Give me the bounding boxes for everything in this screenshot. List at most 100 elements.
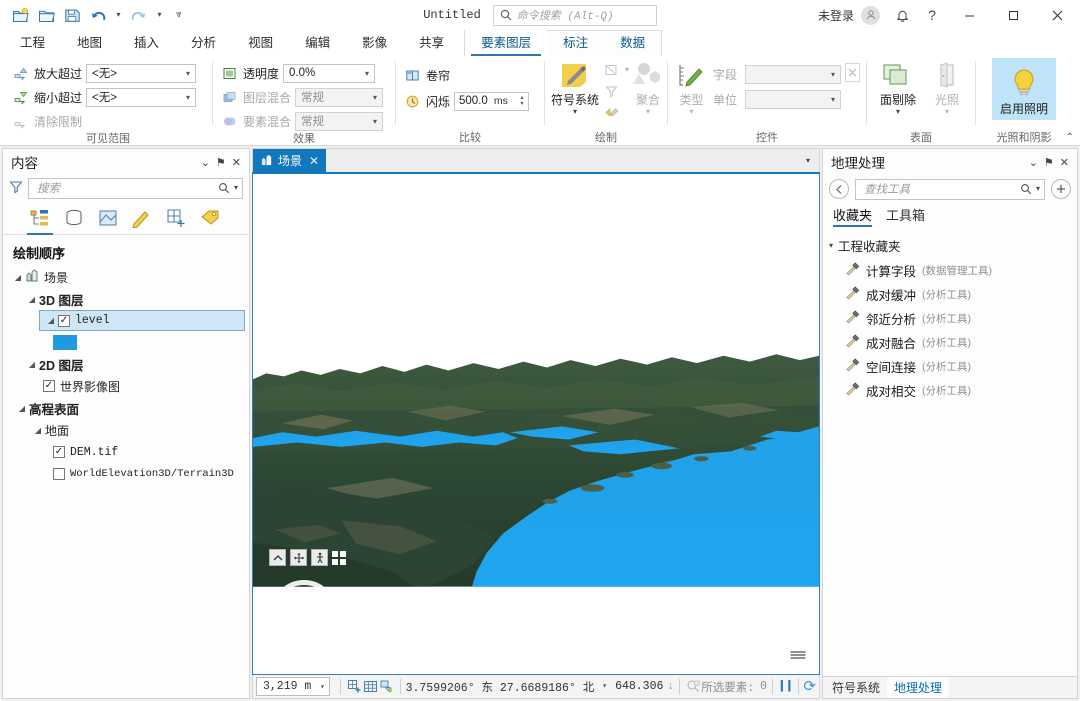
layer-visibility-checkbox-dem[interactable] bbox=[53, 446, 65, 458]
filter-funnel-icon[interactable] bbox=[9, 180, 23, 197]
ribbon-tab-map[interactable]: 地图 bbox=[61, 30, 118, 56]
tree-item-elevation-surfaces[interactable]: ◢ 高程表面 bbox=[3, 397, 249, 419]
maximize-button[interactable] bbox=[992, 0, 1034, 30]
tree-item-dem-tif[interactable]: DEM.tif bbox=[3, 441, 249, 463]
view-tab-scene[interactable]: 场景 ✕ bbox=[253, 149, 327, 172]
ribbon-tab-feature-layer[interactable]: 要素图层 bbox=[465, 30, 548, 56]
zoom-in-beyond-icon[interactable] bbox=[10, 63, 30, 83]
geoprocessing-search-input[interactable]: 查找工具 ▾ bbox=[855, 178, 1045, 200]
tool-row[interactable]: 计算字段 (数据管理工具) bbox=[823, 258, 1077, 282]
new-project-icon[interactable] bbox=[8, 4, 32, 26]
layer-blend-combo[interactable]: 常规 ▾ bbox=[295, 87, 384, 107]
notifications-icon[interactable] bbox=[888, 1, 916, 29]
coordinate-format-caret[interactable]: ▾ bbox=[602, 682, 607, 691]
tree-item-world-elevation[interactable]: WorldElevation3D/Terrain3D bbox=[3, 463, 249, 485]
scene-view[interactable] bbox=[252, 172, 820, 675]
geoprocessing-collapse-icon[interactable]: ⌄ bbox=[1029, 156, 1038, 169]
swipe-icon[interactable] bbox=[402, 65, 422, 85]
project-favorites-group[interactable]: ▾ 工程收藏夹 bbox=[823, 233, 1077, 258]
ribbon-tab-analysis[interactable]: 分析 bbox=[175, 30, 232, 56]
tree-item-2d-layers[interactable]: ◢ 2D 图层 bbox=[3, 353, 249, 375]
cull-faces-button[interactable]: 面剔除 ▾ bbox=[874, 60, 922, 116]
navigator-compass[interactable] bbox=[271, 580, 337, 646]
ribbon-tab-data[interactable]: 数据 bbox=[604, 30, 661, 56]
collapse-ribbon-button[interactable]: ⌃ bbox=[1066, 132, 1074, 143]
contents-pin-icon[interactable]: ⚑ bbox=[216, 156, 226, 169]
search-options-caret[interactable]: ▾ bbox=[234, 184, 238, 192]
search-history-caret[interactable]: ▾ bbox=[1036, 185, 1040, 193]
avatar[interactable] bbox=[861, 5, 880, 25]
minimize-button[interactable] bbox=[948, 0, 990, 30]
ribbon-tab-project[interactable]: 工程 bbox=[4, 30, 61, 56]
tab-toolboxes[interactable]: 工具箱 bbox=[886, 205, 925, 227]
pause-drawing-button[interactable]: ❙❙ bbox=[778, 678, 794, 695]
layer-visibility-checkbox-world-elevation[interactable] bbox=[53, 468, 65, 480]
ribbon-tab-edit[interactable]: 编辑 bbox=[289, 30, 346, 56]
ribbon-tab-labeling[interactable]: 标注 bbox=[547, 30, 604, 56]
add-tool-button[interactable] bbox=[1051, 179, 1071, 199]
unit-combo[interactable]: ▾ bbox=[745, 89, 841, 109]
ribbon-tab-insert[interactable]: 插入 bbox=[118, 30, 175, 56]
tree-item-3d-layers[interactable]: ◢ 3D 图层 bbox=[3, 288, 249, 310]
field-combo[interactable]: ▾ bbox=[745, 64, 841, 84]
geoprocessing-pin-icon[interactable]: ⚑ bbox=[1044, 156, 1054, 169]
geoprocessing-close-icon[interactable]: ✕ bbox=[1060, 156, 1069, 169]
transparency-combo[interactable]: 0.0% ▾ bbox=[283, 63, 376, 83]
grid-icon[interactable] bbox=[362, 677, 378, 697]
customize-qat-icon[interactable]: ⩔ bbox=[168, 4, 190, 26]
twisty-icon[interactable]: ◢ bbox=[44, 316, 58, 325]
back-button[interactable] bbox=[829, 179, 849, 199]
tree-item-world-imagery[interactable]: 世界影像图 bbox=[3, 375, 249, 397]
chevron-down-icon[interactable]: ▾ bbox=[829, 241, 833, 250]
zoom-out-beyond-icon[interactable] bbox=[10, 87, 30, 107]
view-tab-menu-caret[interactable]: ▾ bbox=[797, 149, 819, 172]
enable-lighting-button[interactable]: 启用照明 bbox=[992, 58, 1056, 120]
walk-icon[interactable] bbox=[311, 549, 328, 566]
refresh-button[interactable]: ⟳ bbox=[803, 677, 816, 696]
twisty-icon[interactable]: ◢ bbox=[25, 295, 39, 304]
swipe-row[interactable]: 卷帘 bbox=[402, 64, 450, 86]
tool-row[interactable]: 成对融合 (分析工具) bbox=[823, 330, 1077, 354]
tree-item-ground[interactable]: ◢ 地面 bbox=[3, 419, 249, 441]
list-by-data-source-icon[interactable] bbox=[59, 203, 89, 233]
map-scale-combo[interactable]: 3,219 m ▾ bbox=[256, 677, 331, 696]
command-search-box[interactable]: 命令搜索 (Alt-Q) bbox=[492, 4, 657, 26]
tool-row[interactable]: 成对相交 (分析工具) bbox=[823, 378, 1077, 402]
symbology-button[interactable]: 符号系统 ▾ bbox=[551, 58, 599, 116]
tool-row[interactable]: 空间连接 (分析工具) bbox=[823, 354, 1077, 378]
list-by-editing-icon[interactable] bbox=[127, 203, 157, 233]
flicker-icon[interactable] bbox=[402, 91, 422, 111]
list-by-labeling-icon[interactable] bbox=[195, 203, 225, 233]
dock-tab-symbology[interactable]: 符号系统 bbox=[825, 677, 887, 698]
zoom-out-beyond-combo[interactable]: <无> ▾ bbox=[86, 87, 197, 107]
tree-item-scene[interactable]: ◢ 场景 bbox=[3, 266, 249, 288]
list-by-snapping-icon[interactable] bbox=[161, 203, 191, 233]
view-tab-close-icon[interactable]: ✕ bbox=[309, 154, 319, 168]
add-grid-icon[interactable] bbox=[346, 677, 362, 697]
flicker-spinner[interactable]: 500.0 ms ▴ ▾ bbox=[454, 91, 530, 111]
close-button[interactable] bbox=[1036, 0, 1078, 30]
layer-visibility-checkbox-world-imagery[interactable] bbox=[43, 380, 55, 392]
twisty-icon[interactable]: ◢ bbox=[25, 360, 39, 369]
list-by-selection-icon[interactable] bbox=[93, 203, 123, 233]
list-by-drawing-order-icon[interactable] bbox=[25, 203, 55, 235]
pan-icon[interactable] bbox=[290, 549, 307, 566]
twisty-icon[interactable]: ◢ bbox=[15, 404, 29, 413]
full-control-icon[interactable] bbox=[332, 550, 346, 565]
undo-icon[interactable] bbox=[86, 4, 110, 26]
twisty-icon[interactable]: ◢ bbox=[11, 273, 25, 282]
contents-close-icon[interactable]: ✕ bbox=[232, 156, 241, 169]
redo-icon[interactable] bbox=[127, 4, 151, 26]
transparency-icon[interactable] bbox=[219, 63, 239, 83]
look-around-icon[interactable] bbox=[269, 549, 286, 566]
contents-search-input[interactable]: 搜索 ▾ bbox=[28, 177, 243, 199]
ribbon-tab-imagery[interactable]: 影像 bbox=[346, 30, 403, 56]
tool-row[interactable]: 成对缓冲 (分析工具) bbox=[823, 282, 1077, 306]
help-icon[interactable]: ? bbox=[918, 1, 946, 29]
layer-symbol-swatch[interactable] bbox=[53, 334, 77, 350]
tool-row[interactable]: 邻近分析 (分析工具) bbox=[823, 306, 1077, 330]
save-project-icon[interactable] bbox=[60, 4, 84, 26]
twisty-icon[interactable]: ◢ bbox=[31, 426, 45, 435]
tree-item-level[interactable]: ◢ level bbox=[39, 310, 245, 331]
layer-visibility-checkbox-level[interactable] bbox=[58, 314, 70, 327]
